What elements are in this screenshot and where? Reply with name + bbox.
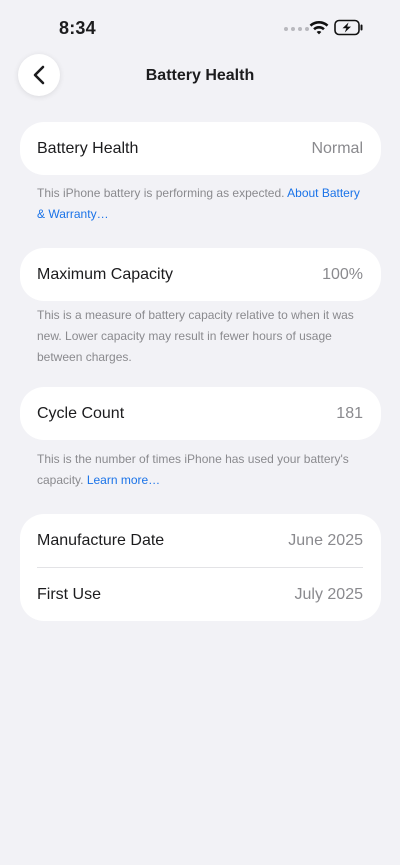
battery-health-value: Normal: [311, 139, 363, 157]
cycle-count-label: Cycle Count: [37, 404, 125, 422]
maximum-capacity-note: This is a measure of battery capacity re…: [37, 308, 354, 364]
battery-health-note-text: This iPhone battery is performing as exp…: [37, 186, 285, 200]
cycle-count-note: This is the number of times iPhone has u…: [37, 449, 367, 491]
first-use-label: First Use: [37, 585, 101, 603]
manufacture-date-row: Manufacture Date June 2025: [20, 514, 381, 567]
status-bar: 8:34: [0, 0, 400, 56]
first-use-value: July 2025: [294, 585, 364, 603]
wifi-icon: [309, 21, 329, 35]
page-title: Battery Health: [145, 67, 255, 84]
first-use-row: First Use July 2025: [20, 568, 381, 621]
cycle-count-note-text: This is the number of times iPhone has u…: [37, 452, 349, 487]
battery-charging-icon: [334, 19, 363, 36]
manufacture-date-label: Manufacture Date: [37, 531, 165, 549]
maximum-capacity-row: Maximum Capacity 100%: [20, 248, 381, 301]
battery-health-note: This iPhone battery is performing as exp…: [37, 183, 367, 225]
manufacture-date-value: June 2025: [288, 531, 363, 549]
battery-health-card: Battery Health Normal: [20, 122, 381, 175]
cellular-signal-icon: [284, 27, 309, 31]
status-time: 8:34: [59, 18, 96, 38]
learn-more-link[interactable]: Learn more…: [87, 473, 160, 487]
dates-card: Manufacture Date June 2025 First Use Jul…: [20, 514, 381, 621]
maximum-capacity-value: 100%: [322, 265, 363, 283]
cycle-count-value: 181: [336, 404, 363, 422]
battery-health-row: Battery Health Normal: [20, 122, 381, 175]
cycle-count-row: Cycle Count 181: [20, 387, 381, 440]
battery-health-screen: 8:34 Battery Health Battery Health Norma…: [0, 0, 400, 865]
maximum-capacity-card: Maximum Capacity 100%: [20, 248, 381, 301]
cycle-count-card: Cycle Count 181: [20, 387, 381, 440]
maximum-capacity-label: Maximum Capacity: [37, 265, 174, 283]
battery-health-label: Battery Health: [37, 139, 139, 157]
